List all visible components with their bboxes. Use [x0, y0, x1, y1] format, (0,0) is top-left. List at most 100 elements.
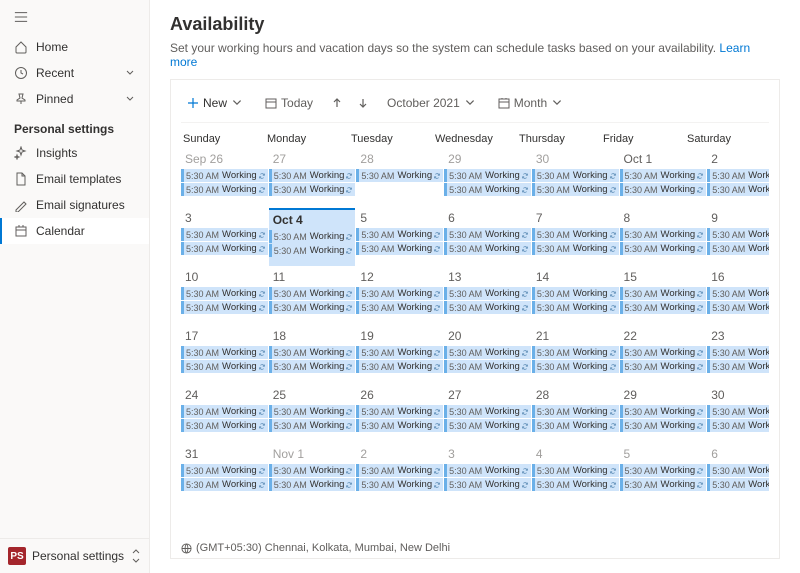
day-cell[interactable]: 165:30 AMWorking5:30 AMWorking [707, 267, 769, 325]
event[interactable]: 5:30 AMWorking [444, 405, 531, 418]
day-cell[interactable]: 225:30 AMWorking5:30 AMWorking [620, 326, 707, 384]
event[interactable]: 5:30 AMWorking [620, 478, 707, 491]
day-cell[interactable]: 285:30 AMWorking [356, 149, 443, 207]
day-cell[interactable]: 85:30 AMWorking5:30 AMWorking [620, 208, 707, 266]
day-cell[interactable]: 275:30 AMWorking5:30 AMWorking [269, 149, 356, 207]
event[interactable]: 5:30 AMWorking [707, 346, 769, 359]
event[interactable]: 5:30 AMWorking [181, 419, 268, 432]
day-cell[interactable]: 55:30 AMWorking5:30 AMWorking [356, 208, 443, 266]
day-cell[interactable]: 55:30 AMWorking5:30 AMWorking [620, 444, 707, 502]
event[interactable]: 5:30 AMWorking [444, 360, 531, 373]
event[interactable]: 5:30 AMWorking [181, 287, 268, 300]
event[interactable]: 5:30 AMWorking [707, 287, 769, 300]
event[interactable]: 5:30 AMWorking [707, 360, 769, 373]
event[interactable]: 5:30 AMWorking [707, 419, 769, 432]
event[interactable]: 5:30 AMWorking [620, 464, 707, 477]
event[interactable]: 5:30 AMWorking [532, 405, 619, 418]
day-cell[interactable]: 245:30 AMWorking5:30 AMWorking [181, 385, 268, 443]
event[interactable]: 5:30 AMWorking [444, 301, 531, 314]
day-cell[interactable]: 255:30 AMWorking5:30 AMWorking [269, 385, 356, 443]
nav-insights[interactable]: Insights [0, 140, 149, 166]
event[interactable]: 5:30 AMWorking [356, 242, 443, 255]
event[interactable]: 5:30 AMWorking [444, 183, 531, 196]
event[interactable]: 5:30 AMWorking [532, 464, 619, 477]
day-cell[interactable]: 275:30 AMWorking5:30 AMWorking [444, 385, 531, 443]
event[interactable]: 5:30 AMWorking [532, 346, 619, 359]
day-cell[interactable]: 295:30 AMWorking5:30 AMWorking [620, 385, 707, 443]
event[interactable]: 5:30 AMWorking [356, 419, 443, 432]
event[interactable]: 5:30 AMWorking [444, 346, 531, 359]
event[interactable]: 5:30 AMWorking [620, 405, 707, 418]
event[interactable]: 5:30 AMWorking [532, 478, 619, 491]
event[interactable]: 5:30 AMWorking [356, 169, 443, 182]
event[interactable]: 5:30 AMWorking [532, 183, 619, 196]
nav-email-signatures[interactable]: Email signatures [0, 192, 149, 218]
event[interactable]: 5:30 AMWorking [620, 287, 707, 300]
event[interactable]: 5:30 AMWorking [620, 419, 707, 432]
event[interactable]: 5:30 AMWorking [532, 287, 619, 300]
day-cell[interactable]: 35:30 AMWorking5:30 AMWorking [181, 208, 268, 266]
day-cell[interactable]: 145:30 AMWorking5:30 AMWorking [532, 267, 619, 325]
day-cell[interactable]: Oct 45:30 AMWorking5:30 AMWorking [269, 208, 356, 266]
event[interactable]: 5:30 AMWorking [269, 346, 356, 359]
event[interactable]: 5:30 AMWorking [181, 405, 268, 418]
day-cell[interactable]: 75:30 AMWorking5:30 AMWorking [532, 208, 619, 266]
footer-bar[interactable]: PS Personal settings [0, 538, 149, 573]
day-cell[interactable]: 125:30 AMWorking5:30 AMWorking [356, 267, 443, 325]
event[interactable]: 5:30 AMWorking [356, 360, 443, 373]
event[interactable]: 5:30 AMWorking [269, 244, 356, 257]
event[interactable]: 5:30 AMWorking [181, 242, 268, 255]
day-cell[interactable]: Sep 265:30 AMWorking5:30 AMWorking [181, 149, 268, 207]
event[interactable]: 5:30 AMWorking [620, 228, 707, 241]
event[interactable]: 5:30 AMWorking [444, 242, 531, 255]
prev-button[interactable] [329, 95, 345, 111]
event[interactable]: 5:30 AMWorking [707, 242, 769, 255]
event[interactable]: 5:30 AMWorking [532, 301, 619, 314]
event[interactable]: 5:30 AMWorking [269, 301, 356, 314]
day-cell[interactable]: 135:30 AMWorking5:30 AMWorking [444, 267, 531, 325]
event[interactable]: 5:30 AMWorking [707, 464, 769, 477]
event[interactable]: 5:30 AMWorking [356, 405, 443, 418]
event[interactable]: 5:30 AMWorking [707, 183, 769, 196]
event[interactable]: 5:30 AMWorking [269, 360, 356, 373]
day-cell[interactable]: 285:30 AMWorking5:30 AMWorking [532, 385, 619, 443]
event[interactable]: 5:30 AMWorking [532, 419, 619, 432]
day-cell[interactable]: 95:30 AMWorking5:30 AMWorking [707, 208, 769, 266]
event[interactable]: 5:30 AMWorking [269, 464, 356, 477]
day-cell[interactable]: 215:30 AMWorking5:30 AMWorking [532, 326, 619, 384]
event[interactable]: 5:30 AMWorking [181, 228, 268, 241]
event[interactable]: 5:30 AMWorking [620, 346, 707, 359]
event[interactable]: 5:30 AMWorking [532, 228, 619, 241]
event[interactable]: 5:30 AMWorking [181, 346, 268, 359]
event[interactable]: 5:30 AMWorking [444, 464, 531, 477]
day-cell[interactable]: Nov 15:30 AMWorking5:30 AMWorking [269, 444, 356, 502]
event[interactable]: 5:30 AMWorking [707, 301, 769, 314]
day-cell[interactable]: 65:30 AMWorking5:30 AMWorking [444, 208, 531, 266]
event[interactable]: 5:30 AMWorking [620, 183, 707, 196]
hamburger-button[interactable] [0, 0, 149, 34]
day-cell[interactable]: 175:30 AMWorking5:30 AMWorking [181, 326, 268, 384]
event[interactable]: 5:30 AMWorking [620, 360, 707, 373]
nav-calendar[interactable]: Calendar [0, 218, 149, 244]
event[interactable]: 5:30 AMWorking [532, 242, 619, 255]
day-cell[interactable]: 35:30 AMWorking5:30 AMWorking [444, 444, 531, 502]
event[interactable]: 5:30 AMWorking [269, 169, 356, 182]
event[interactable]: 5:30 AMWorking [356, 228, 443, 241]
event[interactable]: 5:30 AMWorking [707, 478, 769, 491]
event[interactable]: 5:30 AMWorking [356, 301, 443, 314]
day-cell[interactable]: 305:30 AMWorking5:30 AMWorking [707, 385, 769, 443]
event[interactable]: 5:30 AMWorking [269, 183, 356, 196]
event[interactable]: 5:30 AMWorking [620, 169, 707, 182]
nav-email-templates[interactable]: Email templates [0, 166, 149, 192]
period-picker[interactable]: October 2021 [381, 92, 482, 114]
event[interactable]: 5:30 AMWorking [532, 360, 619, 373]
event[interactable]: 5:30 AMWorking [444, 478, 531, 491]
event[interactable]: 5:30 AMWorking [269, 230, 356, 243]
today-button[interactable]: Today [259, 92, 319, 114]
day-cell[interactable]: 25:30 AMWorking5:30 AMWorking [707, 149, 769, 207]
event[interactable]: 5:30 AMWorking [532, 169, 619, 182]
day-cell[interactable]: 65:30 AMWorking5:30 AMWorking [707, 444, 769, 502]
day-cell[interactable]: 235:30 AMWorking5:30 AMWorking [707, 326, 769, 384]
day-cell[interactable]: 185:30 AMWorking5:30 AMWorking [269, 326, 356, 384]
event[interactable]: 5:30 AMWorking [620, 301, 707, 314]
